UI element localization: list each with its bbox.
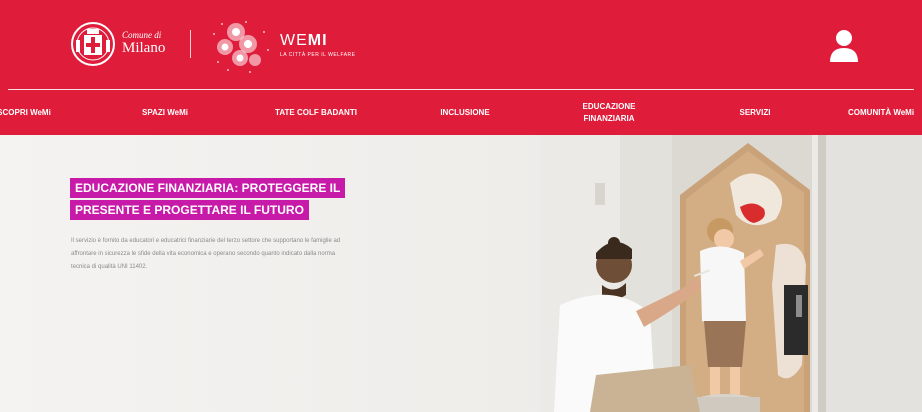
nav-item-tate-colf-badanti[interactable]: TATE COLF BADANTI [256,90,376,135]
comune-milano-crest-icon[interactable] [68,20,118,68]
wemi-tagline: LA CITTÀ PER IL WELFARE [280,52,356,58]
wemi-wordmark-light: WE [280,32,308,49]
comune-name: Milano [122,40,166,56]
logo-divider [190,30,191,58]
user-icon[interactable] [827,28,861,66]
nav-item-comunita-wemi[interactable]: COMUNITÀ WeMi [848,90,922,135]
wemi-wordmark-bold: MI [307,32,328,49]
hero-section: EDUCAZIONE FINANZIARIA: PROTEGGERE IL PR… [0,135,922,412]
hero-title-line-2: PRESENTE E PROGETTARE IL FUTURO [70,200,309,220]
hero-description: Il servizio è fornito da educatori e edu… [71,238,341,270]
nav-item-spazi-wemi[interactable]: SPAZI WeMi [125,90,205,135]
nav-item-inclusione[interactable]: INCLUSIONE [422,90,508,135]
wemi-flower-logo-icon[interactable] [206,14,276,78]
comune-label: Comune di [122,30,162,40]
top-bar: Comune di Milano WEMI LA CITTÀ PER IL WE… [0,0,922,90]
hero-title: EDUCAZIONE FINANZIARIA: PROTEGGERE IL PR… [70,178,346,220]
hero-title-line-1: EDUCAZIONE FINANZIARIA: PROTEGGERE IL [70,178,346,198]
site-header: Comune di Milano WEMI LA CITTÀ PER IL WE… [0,0,922,135]
nav-item-educazione-finanziaria[interactable]: EDUCAZIONE FINANZIARIA [566,90,652,135]
main-navigation: SCOPRI WeMi SPAZI WeMi TATE COLF BADANTI… [0,90,922,135]
nav-item-scopri-wemi[interactable]: SCOPRI WeMi [0,90,70,135]
wemi-wordmark: WEMI [280,32,328,50]
nav-item-servizi[interactable]: SERVIZI [720,90,790,135]
hero-photo-father-child-painting [540,135,922,412]
